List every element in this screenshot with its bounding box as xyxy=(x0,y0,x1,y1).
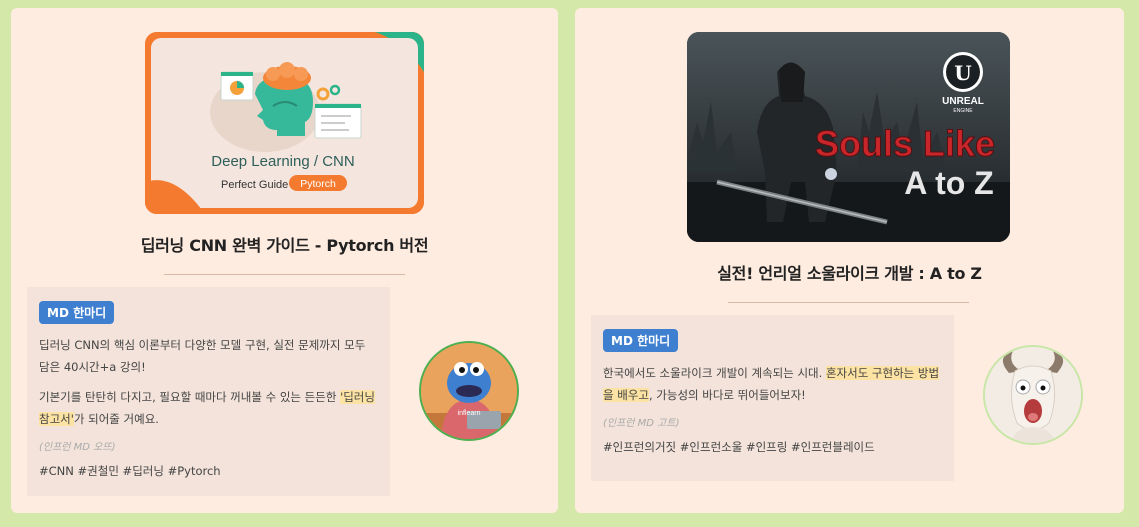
course-card-cnn[interactable]: Deep Learning / CNN Perfect Guide Pytorc… xyxy=(11,8,558,513)
thumb-pill: Pytorch xyxy=(300,178,336,190)
md-paragraph: 기본기를 탄탄히 다지고, 필요할 때마다 꺼내볼 수 있는 든든한 '딥러닝 … xyxy=(39,390,375,426)
md-author: (인프런 MD 고트) xyxy=(603,418,680,429)
md-tags: #CNN #권철민 #딥러닝 #Pytorch xyxy=(39,464,221,478)
md-comment-box: MD 한마디 한국에서도 소울라이크 개발이 계속되는 시대. 혼자서도 구현하… xyxy=(591,315,954,481)
md-tags: #인프런의거짓 #인프런소울 #인프링 #인프런블레이드 xyxy=(603,440,875,454)
md-badge: MD 한마디 xyxy=(603,329,679,352)
course-title[interactable]: 실전! 언리얼 소울라이크 개발 : A to Z xyxy=(575,260,1124,284)
md-comment-box: MD 한마디 딥러닝 CNN의 핵심 이론부터 다양한 모델 구현, 실전 문제… xyxy=(27,287,390,496)
screaming-goat-avatar xyxy=(983,345,1083,445)
souls-subtitle: A to Z xyxy=(904,165,993,201)
souls-title: Souls Like xyxy=(815,123,995,164)
course-thumbnail-cnn[interactable]: Deep Learning / CNN Perfect Guide Pytorc… xyxy=(145,32,424,214)
md-author: (인프런 MD 오뜨) xyxy=(39,442,116,453)
souls-thumbnail-art: U UNREAL ENGINE Souls Like A to Z xyxy=(687,32,1010,242)
divider xyxy=(728,302,969,303)
course-card-souls-like[interactable]: U UNREAL ENGINE Souls Like A to Z 실전! 언리… xyxy=(575,8,1124,513)
cookie-monster-avatar: inflearn xyxy=(419,341,519,441)
unreal-logo-glyph: U xyxy=(954,61,971,85)
engine-top: UNREAL xyxy=(942,96,984,107)
thumb-line2: Perfect Guide xyxy=(221,179,288,191)
md-badge: MD 한마디 xyxy=(39,301,115,324)
avatar-label: inflearn xyxy=(458,410,481,417)
course-title[interactable]: 딥러닝 CNN 완벽 가이드 - Pytorch 버전 xyxy=(11,232,558,256)
md-paragraph: 한국에서도 소울라이크 개발이 계속되는 시대. 혼자서도 구현하는 방법을 배… xyxy=(603,366,940,402)
thumb-line1: Deep Learning / CNN xyxy=(211,153,354,170)
divider xyxy=(164,274,405,275)
md-paragraph: 딥러닝 CNN의 핵심 이론부터 다양한 모델 구현, 실전 문제까지 모두 담… xyxy=(39,338,366,374)
cnn-thumbnail-art: Deep Learning / CNN Perfect Guide Pytorc… xyxy=(145,32,424,214)
engine-bottom: ENGINE xyxy=(953,108,973,114)
course-thumbnail-souls-like[interactable]: U UNREAL ENGINE Souls Like A to Z xyxy=(687,32,1010,242)
